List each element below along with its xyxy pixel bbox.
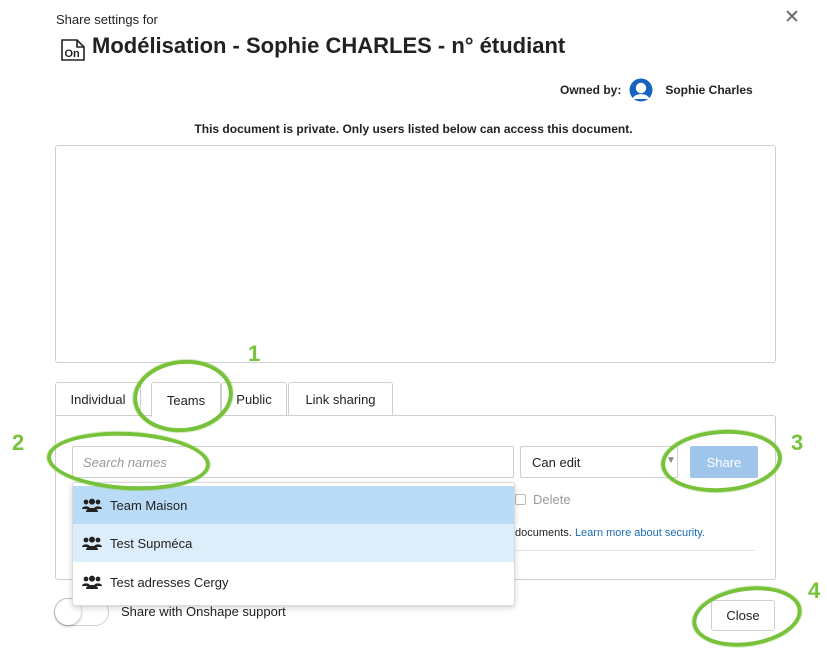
annotation-number-2: 2 xyxy=(12,430,25,455)
dropdown-item-team-maison[interactable]: Team Maison xyxy=(73,486,514,524)
user-avatar-icon xyxy=(629,78,653,102)
tab-teams[interactable]: Teams xyxy=(151,382,221,417)
owner-info: Owned by: Sophie Charles xyxy=(560,78,753,102)
search-names-input[interactable] xyxy=(72,446,514,478)
permission-select[interactable]: Can edit xyxy=(520,446,678,478)
team-suggestions-dropdown: Team Maison Test Supméca Test adresses C… xyxy=(72,482,515,606)
team-icon xyxy=(82,536,102,550)
delete-label: Delete xyxy=(533,492,571,507)
annotation-number-4: 4 xyxy=(808,578,821,603)
owned-by-label: Owned by: xyxy=(560,83,622,97)
support-share-label: Share with Onshape support xyxy=(121,604,286,619)
team-icon xyxy=(82,575,102,589)
tab-public[interactable]: Public xyxy=(221,382,287,416)
permission-selected-value: Can edit xyxy=(532,454,581,470)
security-note-text: documents. xyxy=(515,527,572,539)
svg-text:On: On xyxy=(65,48,81,60)
dialog-subheading: Share settings for xyxy=(56,12,158,27)
dropdown-item-test-supmeca[interactable]: Test Supméca xyxy=(73,524,514,562)
privacy-message: This document is private. Only users lis… xyxy=(194,122,633,136)
chevron-down-icon: ▼ xyxy=(666,455,676,466)
onshape-document-icon: On xyxy=(61,39,85,61)
document-title: Modélisation - Sophie CHARLES - n° étudi… xyxy=(92,33,566,58)
close-icon[interactable]: ✕ xyxy=(783,8,801,28)
delete-permission-option[interactable]: Delete xyxy=(515,492,571,507)
dropdown-item-test-adresses-cergy[interactable]: Test adresses Cergy xyxy=(73,563,514,601)
close-button[interactable]: Close xyxy=(711,600,775,631)
learn-more-security-link[interactable]: Learn more about security. xyxy=(575,527,705,539)
shared-users-list xyxy=(55,145,776,363)
tab-individual[interactable]: Individual xyxy=(55,382,141,416)
tab-link-sharing[interactable]: Link sharing xyxy=(288,382,393,416)
share-button[interactable]: Share xyxy=(690,446,758,478)
annotation-number-3: 3 xyxy=(791,430,804,455)
dropdown-item-label: Test Supméca xyxy=(110,535,193,551)
annotation-number-1: 1 xyxy=(248,341,261,366)
dropdown-item-label: Test adresses Cergy xyxy=(110,574,229,590)
security-note: documents. Learn more about security. xyxy=(515,527,705,539)
panel-divider xyxy=(515,550,755,551)
dropdown-item-label: Team Maison xyxy=(110,497,188,513)
delete-checkbox[interactable] xyxy=(515,494,526,505)
team-icon xyxy=(82,498,102,512)
owner-name: Sophie Charles xyxy=(665,83,753,97)
